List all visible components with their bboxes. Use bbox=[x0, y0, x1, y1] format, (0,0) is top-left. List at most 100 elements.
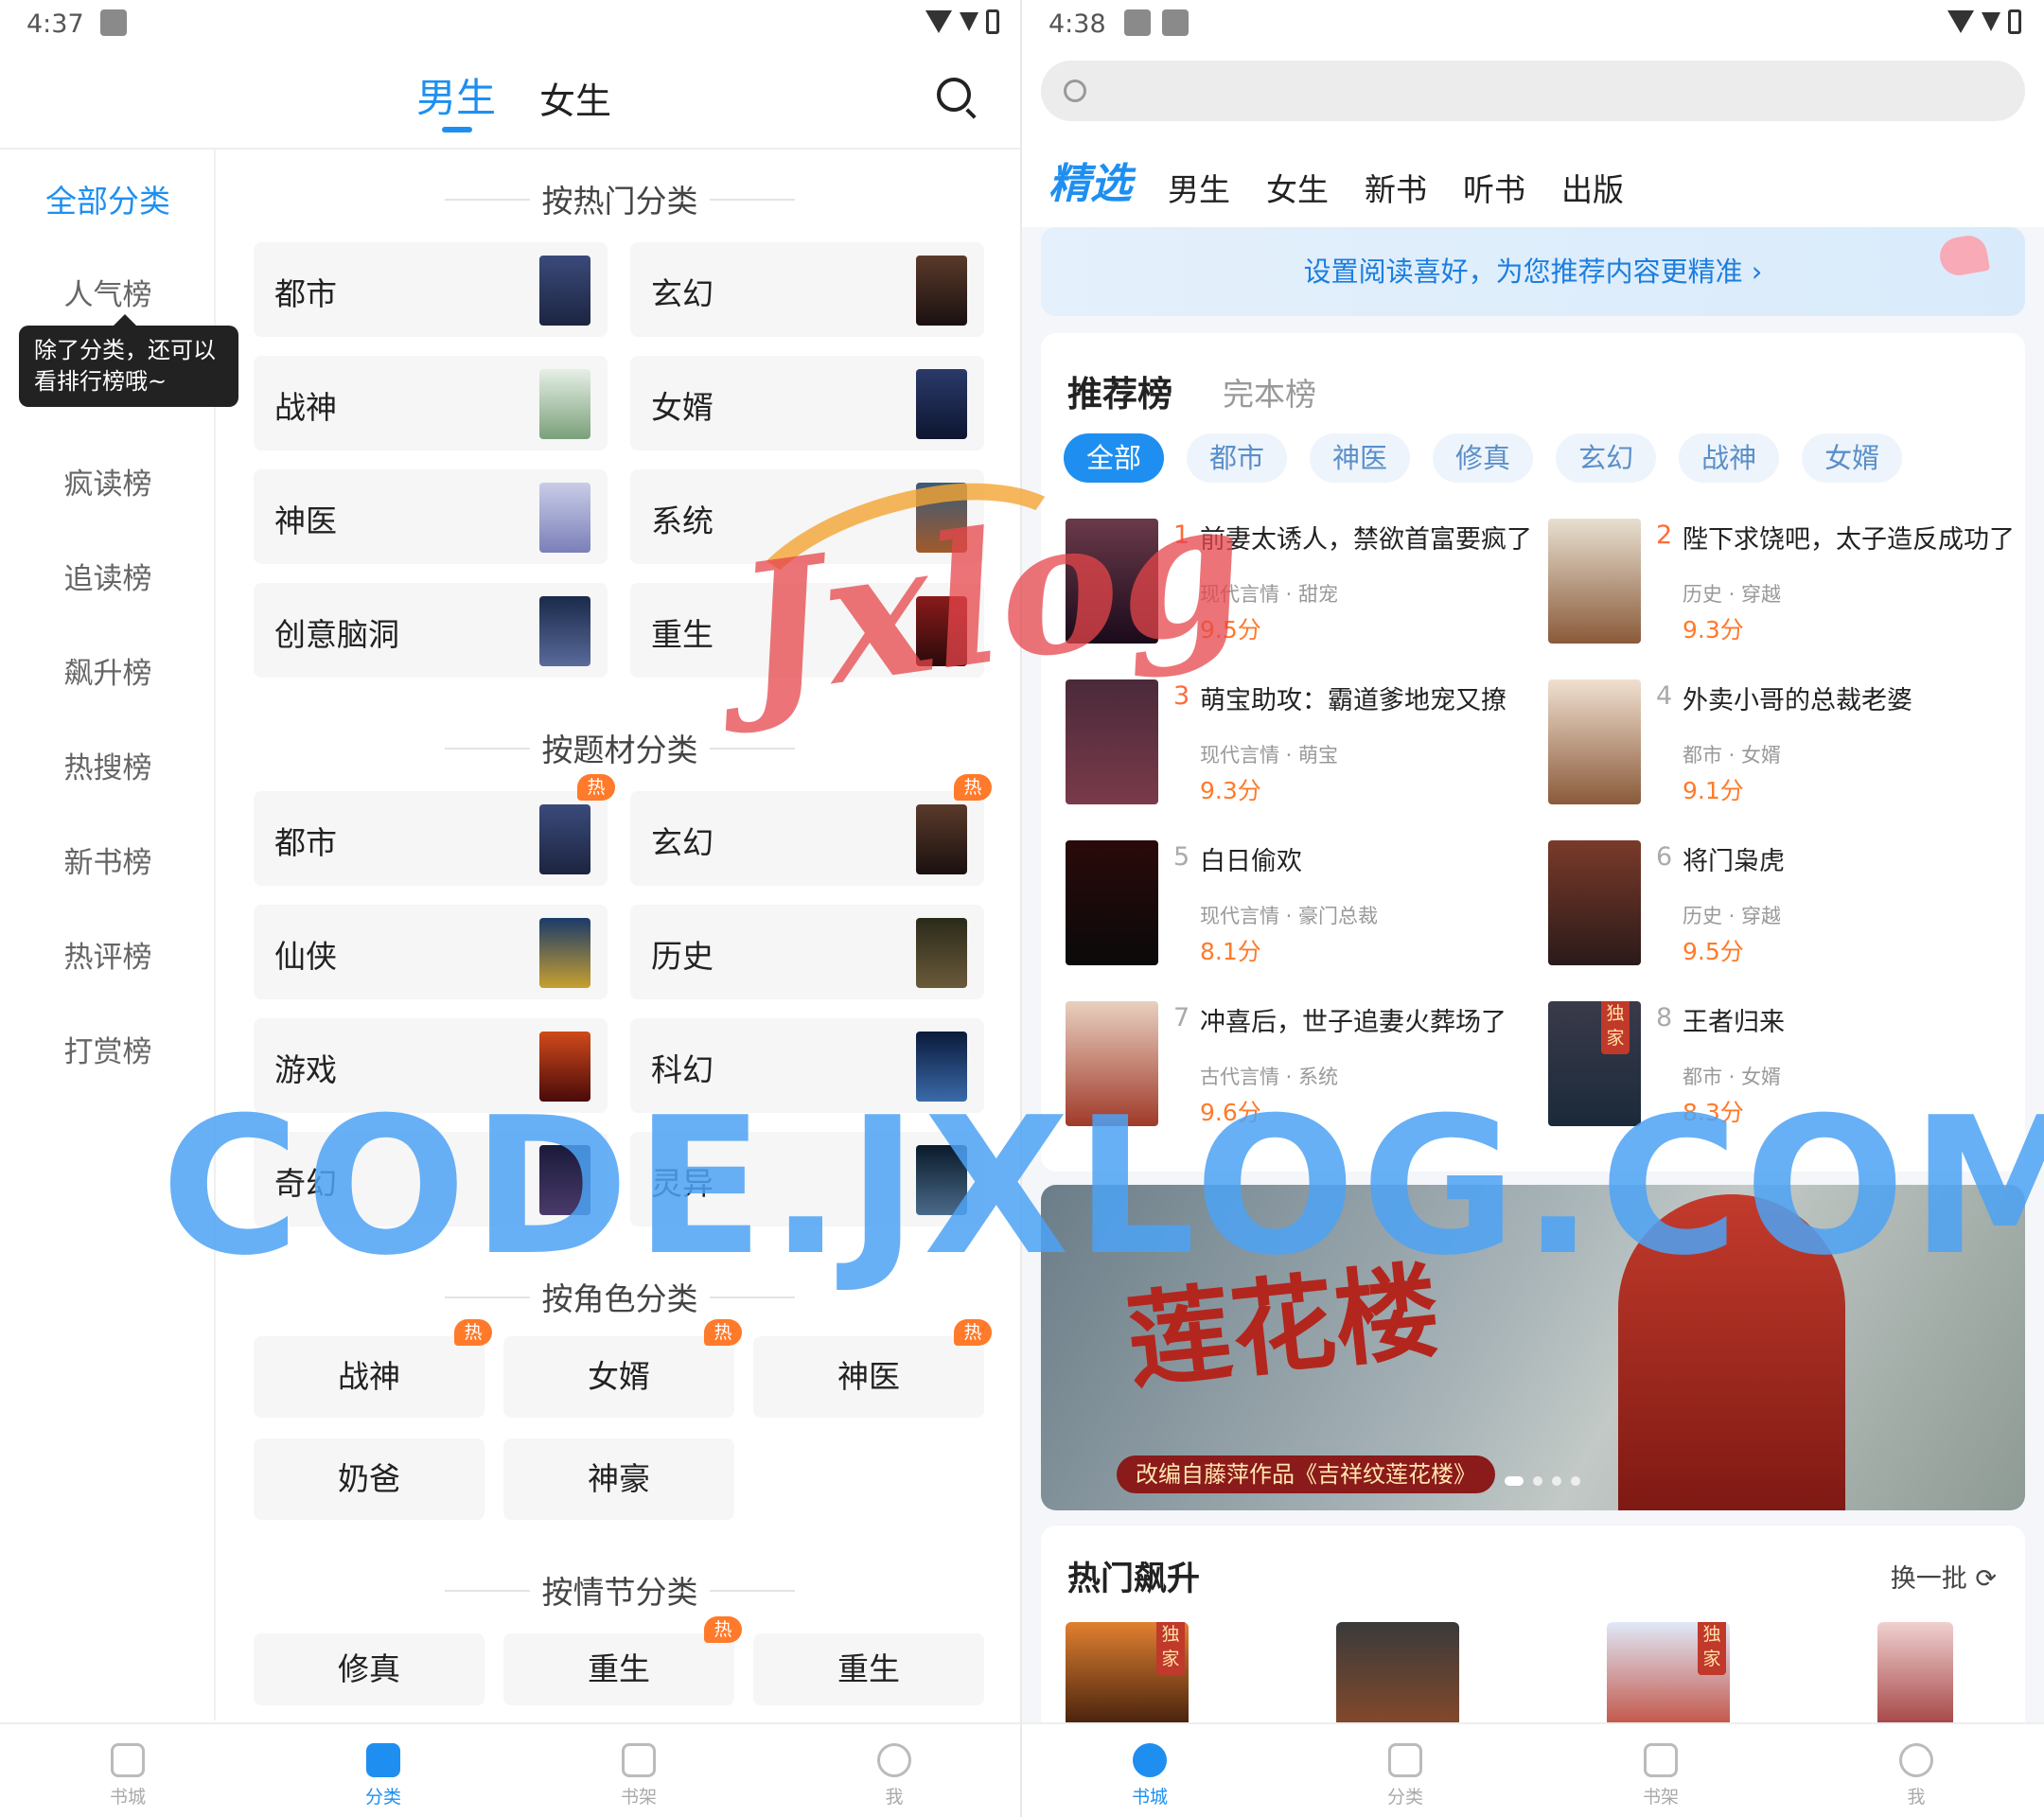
card-label: 历史 bbox=[651, 938, 714, 975]
sidebar-item-new[interactable]: 新书榜 bbox=[0, 838, 216, 881]
rank-number: 2 bbox=[1656, 520, 1673, 550]
sidebar-item-reward[interactable]: 打赏榜 bbox=[0, 1028, 216, 1070]
tab-recommend-rank[interactable]: 推荐榜 bbox=[1067, 365, 1172, 416]
wifi-icon bbox=[1947, 10, 1974, 33]
bottom-nav: 书城 分类 书架 我 bbox=[1022, 1722, 2044, 1817]
tab-publish[interactable]: 出版 bbox=[1561, 165, 1624, 210]
nav-category[interactable]: 分类 bbox=[1278, 1724, 1533, 1817]
nav-me[interactable]: 我 bbox=[1788, 1724, 2044, 1817]
tab-female[interactable]: 女生 bbox=[1266, 165, 1329, 210]
book-title: 陛下求饶吧，太子造反成功了 bbox=[1683, 525, 2015, 555]
role-pill[interactable]: 神医 热 bbox=[753, 1319, 992, 1418]
nav-me[interactable]: 我 bbox=[766, 1724, 1022, 1817]
carousel-dot[interactable] bbox=[1533, 1476, 1542, 1486]
book-cover[interactable] bbox=[1336, 1622, 1459, 1734]
tab-audio[interactable]: 听书 bbox=[1463, 165, 1525, 210]
exclusive-tag: 独家 bbox=[1698, 1622, 1726, 1675]
category-card[interactable]: 玄幻 bbox=[630, 242, 984, 337]
tab-male[interactable]: 男生 bbox=[1168, 165, 1230, 210]
book-item[interactable]: 3 萌宝助攻：霸道爹地宠又撩 现代言情 · 萌宝 9.3分 bbox=[1066, 679, 1539, 808]
tooltip: 除了分类，还可以看排行榜哦~ bbox=[19, 314, 238, 407]
nav-bookshelf[interactable]: 书架 bbox=[511, 1724, 766, 1817]
category-card[interactable]: 都市 热 bbox=[254, 774, 615, 886]
sidebar-item-trending[interactable]: 热搜榜 bbox=[0, 744, 216, 786]
refresh-button[interactable]: 换一批 ⟳ bbox=[1891, 1558, 1997, 1595]
role-pill[interactable]: 战神 热 bbox=[254, 1319, 492, 1418]
refresh-icon: ⟳ bbox=[1975, 1564, 1997, 1594]
carousel-dot[interactable] bbox=[1505, 1476, 1524, 1486]
category-card[interactable]: 玄幻 热 bbox=[630, 774, 992, 886]
book-cover bbox=[539, 596, 590, 666]
chip[interactable]: 神医 bbox=[1310, 433, 1411, 483]
category-card[interactable]: 女婿 bbox=[630, 356, 984, 450]
role-pill[interactable]: 奶爸 bbox=[254, 1438, 485, 1520]
carousel-dot[interactable] bbox=[1571, 1476, 1580, 1486]
sidebar-item-follow[interactable]: 追读榜 bbox=[0, 555, 216, 597]
category-card[interactable]: 历史 bbox=[630, 905, 984, 999]
book-cover[interactable]: 独家 bbox=[1066, 1622, 1189, 1734]
book-cover[interactable] bbox=[1877, 1622, 1953, 1734]
book-item[interactable]: 6 将门枭虎 历史 · 穿越 9.5分 bbox=[1548, 840, 2021, 969]
book-cover bbox=[539, 369, 590, 439]
sidebar-item-review[interactable]: 热评榜 bbox=[0, 933, 216, 976]
search-input[interactable] bbox=[1041, 61, 2025, 121]
hot-badge: 热 bbox=[954, 1319, 992, 1346]
plot-pill[interactable]: 重生 热 bbox=[503, 1616, 742, 1705]
category-card[interactable]: 创意脑洞 bbox=[254, 583, 608, 678]
status-bar: 4:37 bbox=[0, 0, 1022, 47]
book-score: 9.3分 bbox=[1200, 777, 1261, 804]
category-card[interactable]: 仙侠 bbox=[254, 905, 608, 999]
chip[interactable]: 玄幻 bbox=[1556, 433, 1657, 483]
category-card[interactable]: 战神 bbox=[254, 356, 608, 450]
book-item[interactable]: 5 白日偷欢 现代言情 · 豪门总裁 8.1分 bbox=[1066, 840, 1539, 969]
pill-label: 女婿 bbox=[588, 1358, 650, 1395]
sidebar-item-crazy[interactable]: 疯读榜 bbox=[0, 460, 216, 503]
signal-icon bbox=[1982, 12, 2000, 31]
nav-category[interactable]: 分类 bbox=[256, 1724, 511, 1817]
role-pill[interactable]: 神豪 bbox=[503, 1438, 734, 1520]
refresh-label: 换一批 bbox=[1890, 1564, 1967, 1594]
search-icon[interactable] bbox=[937, 78, 971, 112]
book-item[interactable]: 4 外卖小哥的总裁老婆 都市 · 女婿 9.1分 bbox=[1548, 679, 2021, 808]
chip[interactable]: 女婿 bbox=[1802, 433, 1903, 483]
tab-featured[interactable]: 精选 bbox=[1048, 150, 1132, 210]
book-cover[interactable]: 独家 bbox=[1607, 1622, 1730, 1734]
sidebar-item-all[interactable]: 全部分类 bbox=[0, 176, 216, 221]
book-item[interactable]: 2 陛下求饶吧，太子造反成功了 历史 · 穿越 9.3分 bbox=[1548, 519, 2021, 647]
chip[interactable]: 战神 bbox=[1679, 433, 1780, 483]
tab-male[interactable]: 男生 bbox=[416, 66, 496, 124]
status-time: 4:37 bbox=[26, 9, 84, 39]
book-score: 9.5分 bbox=[1683, 938, 1744, 965]
rank-number: 5 bbox=[1173, 842, 1190, 872]
book-title: 前妻太诱人，禁欲首富要疯了 bbox=[1200, 525, 1532, 555]
chip[interactable]: 修真 bbox=[1433, 433, 1534, 483]
book-cover bbox=[1066, 840, 1158, 965]
nav-bookstore[interactable]: 书城 bbox=[1022, 1724, 1278, 1817]
tab-female[interactable]: 女生 bbox=[539, 72, 611, 124]
category-card[interactable]: 神医 bbox=[254, 469, 608, 564]
nav-label: 分类 bbox=[364, 1787, 401, 1808]
tab-finished-rank[interactable]: 完本榜 bbox=[1223, 369, 1316, 415]
book-title: 将门枭虎 bbox=[1683, 847, 1785, 876]
tab-new[interactable]: 新书 bbox=[1365, 165, 1427, 210]
bottom-nav: 书城 分类 书架 我 bbox=[0, 1722, 1022, 1817]
sidebar-item-popular[interactable]: 人气榜 bbox=[0, 271, 216, 313]
exclusive-tag: 独家 bbox=[1601, 1001, 1630, 1054]
category-content: 按热门分类 都市 玄幻 战神 女婿 神医 系统 创意脑洞 重生 按题材分类 都市… bbox=[218, 150, 1022, 1720]
rank-number: 3 bbox=[1173, 681, 1190, 711]
plot-pill[interactable]: 修真 bbox=[254, 1633, 485, 1705]
preference-banner[interactable]: 设置阅读喜好，为您推荐内容更精准 › bbox=[1041, 227, 2025, 316]
carousel-dot[interactable] bbox=[1552, 1476, 1561, 1486]
sidebar-item-rising[interactable]: 飙升榜 bbox=[0, 649, 216, 692]
category-card[interactable]: 都市 bbox=[254, 242, 608, 337]
card-label: 重生 bbox=[651, 616, 714, 653]
role-pill[interactable]: 女婿 热 bbox=[503, 1319, 742, 1418]
rank-number: 7 bbox=[1173, 1003, 1190, 1032]
category-screen: 4:37 男生 女生 全部分类 人气榜 疯读榜 追读榜 飙升榜 热搜榜 新书榜 … bbox=[0, 0, 1022, 1817]
nav-bookshelf[interactable]: 书架 bbox=[1533, 1724, 1788, 1817]
carousel-dots[interactable] bbox=[1505, 1476, 1580, 1486]
nav-bookstore[interactable]: 书城 bbox=[0, 1724, 256, 1817]
plot-pill[interactable]: 重生 bbox=[753, 1633, 984, 1705]
card-label: 玄幻 bbox=[651, 275, 714, 312]
book-score: 8.1分 bbox=[1200, 938, 1261, 965]
